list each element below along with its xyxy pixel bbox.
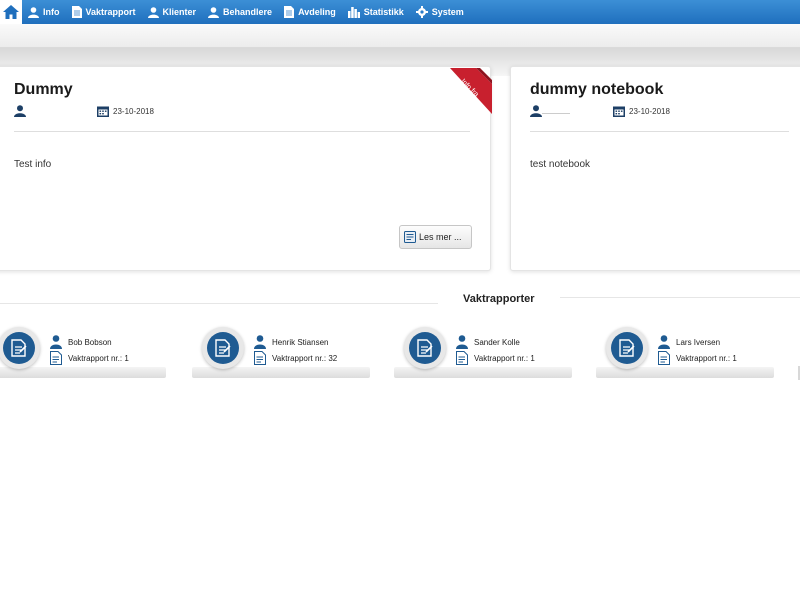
card-divider	[530, 131, 789, 132]
report-item[interactable]: Lars Iversen Vaktrapport nr.: 1	[596, 327, 776, 379]
home-button[interactable]	[0, 0, 22, 24]
report-name: Bob Bobson	[68, 338, 112, 347]
user-icon	[254, 335, 266, 349]
report-badge-inner	[611, 332, 643, 364]
nav-system[interactable]: System	[410, 0, 470, 24]
report-badge	[0, 327, 40, 369]
report-badge-inner	[3, 332, 35, 364]
report-number: Vaktrapport nr.: 1	[676, 354, 737, 363]
report-number: Vaktrapport nr.: 1	[474, 354, 535, 363]
les-mer-button[interactable]: Les mer ...	[399, 225, 472, 249]
info-card: Dummy 23-10-2018 Test info Les mer ...	[0, 66, 491, 271]
nav-statistikk-label: Statistikk	[363, 7, 404, 17]
user-icon	[658, 335, 670, 349]
author-icon	[14, 105, 26, 117]
nav-system-label: System	[431, 7, 464, 17]
home-icon	[3, 5, 19, 19]
card-body: test notebook	[530, 159, 591, 170]
card-divider	[14, 131, 470, 132]
nav-avdeling-label: Avdeling	[298, 7, 336, 17]
sub-toolbar	[0, 24, 800, 48]
card-date: 23-10-2018	[97, 105, 154, 117]
author-placeholder-line	[542, 113, 570, 114]
gear-icon	[415, 6, 428, 18]
report-name: Sander Kolle	[474, 338, 520, 347]
report-badge-inner	[409, 332, 441, 364]
nav-klienter[interactable]: Klienter	[142, 0, 203, 24]
user-icon	[208, 6, 220, 18]
nav-vaktrapport-label: Vaktrapport	[85, 7, 136, 17]
nav-behandlere[interactable]: Behandlere	[202, 0, 278, 24]
calendar-icon	[613, 106, 625, 117]
les-mer-label: Les mer ...	[419, 232, 462, 242]
card-title: Dummy	[14, 81, 73, 98]
document-icon	[71, 6, 82, 18]
report-shelf	[0, 367, 166, 378]
document-icon	[284, 6, 295, 18]
nav-statistikk[interactable]: Statistikk	[342, 0, 410, 24]
bar-chart-icon	[347, 6, 360, 18]
user-icon	[50, 335, 62, 349]
report-document-icon	[417, 339, 433, 357]
report-number: Vaktrapport nr.: 1	[68, 354, 129, 363]
report-item[interactable]: Bob Bobson Vaktrapport nr.: 1	[0, 327, 168, 379]
top-navbar: Info Vaktrapport Klienter Behandlere Avd…	[0, 0, 800, 24]
report-badge-inner	[207, 332, 239, 364]
calendar-icon	[97, 106, 109, 117]
read-more-icon	[404, 231, 416, 243]
section-line	[560, 297, 800, 298]
report-document-icon	[215, 339, 231, 357]
report-name: Henrik Stiansen	[272, 338, 329, 347]
report-document-icon	[11, 339, 27, 357]
author-icon	[530, 105, 542, 117]
nav-vaktrapport[interactable]: Vaktrapport	[66, 0, 142, 24]
report-icon	[456, 351, 468, 365]
report-icon	[658, 351, 670, 365]
user-icon	[456, 335, 468, 349]
report-badge	[404, 327, 446, 369]
nav-info[interactable]: Info	[22, 0, 66, 24]
report-icon	[50, 351, 62, 365]
report-name: Lars Iversen	[676, 338, 721, 347]
card-date: 23-10-2018	[613, 105, 670, 117]
report-document-icon	[619, 339, 635, 357]
nav-behandlere-label: Behandlere	[223, 7, 273, 17]
section-title: Vaktrapporter	[463, 293, 535, 305]
nav-avdeling[interactable]: Avdeling	[278, 0, 342, 24]
card-body: Test info	[14, 159, 52, 170]
card-title: dummy notebook	[530, 81, 664, 98]
section-line	[0, 303, 438, 304]
report-item[interactable]: Sander Kolle Vaktrapport nr.: 1	[394, 327, 574, 379]
notebook-card: dummy notebook 23-10-2018 test notebook	[510, 66, 800, 271]
report-icon	[254, 351, 266, 365]
nav-klienter-label: Klienter	[162, 7, 197, 17]
nav-info-label: Info	[43, 7, 60, 17]
report-badge	[606, 327, 648, 369]
report-item[interactable]: Henrik Stiansen Vaktrapport nr.: 32	[192, 327, 372, 379]
user-icon	[28, 6, 39, 18]
user-icon	[147, 6, 159, 18]
card-date-text: 23-10-2018	[629, 106, 670, 116]
ribbon-badge: Info fra Ledelsen	[450, 68, 492, 114]
report-badge	[202, 327, 244, 369]
card-date-text: 23-10-2018	[113, 106, 154, 116]
report-number: Vaktrapport nr.: 32	[272, 354, 338, 363]
